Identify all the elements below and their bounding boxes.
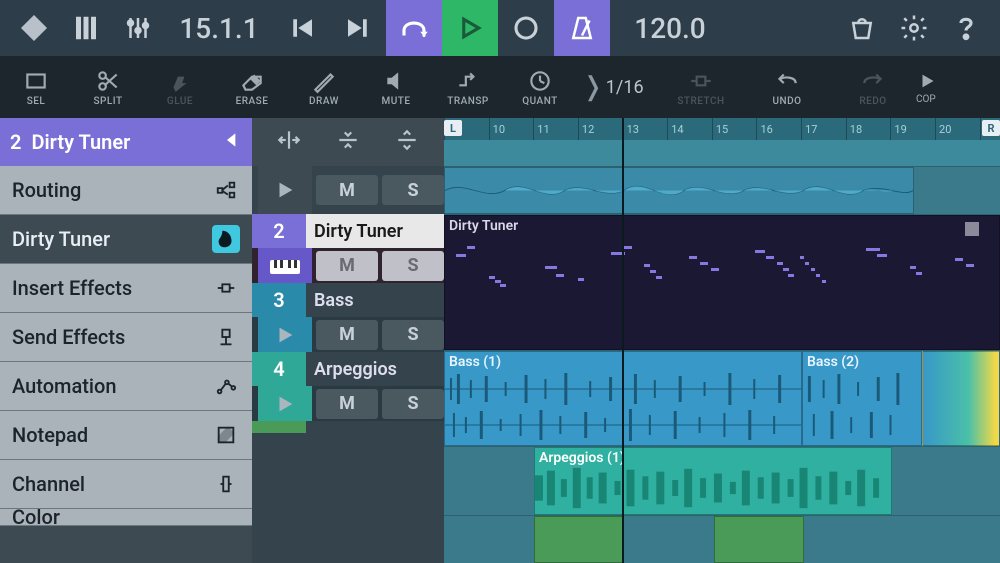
undo-button[interactable]: UNDO: [744, 56, 830, 118]
rewind-button[interactable]: [274, 0, 330, 56]
track-lane[interactable]: Arpeggios (1): [444, 446, 1000, 515]
draw-tool[interactable]: DRAW: [288, 56, 360, 118]
track-name[interactable]: Bass: [306, 283, 444, 317]
inspector-header[interactable]: 2 Dirty Tuner: [0, 118, 252, 166]
tempo-display[interactable]: 120.0: [610, 0, 730, 56]
expand-v-icon[interactable]: [394, 127, 420, 157]
track-number: 2: [252, 214, 306, 248]
track-play-icon[interactable]: [258, 166, 312, 214]
track-list: M S 2 Dirty Tuner M S 3 Bass M S: [252, 118, 444, 563]
arrangement-view[interactable]: L 9 10 11 12 13 14 15 16 17 18 19 20 21 …: [444, 118, 1000, 563]
erase-tool[interactable]: ERASE: [216, 56, 288, 118]
metronome-button[interactable]: [554, 0, 610, 56]
timeline-ruler[interactable]: L 9 10 11 12 13 14 15 16 17 18 19 20 21 …: [444, 118, 1000, 140]
song-position[interactable]: 15.1.1: [164, 0, 274, 56]
help-icon[interactable]: [940, 0, 992, 56]
stretch-tool[interactable]: STRETCH: [658, 56, 744, 118]
piano-icon[interactable]: [60, 0, 112, 56]
inspector-automation[interactable]: Automation: [0, 362, 252, 411]
track-lane[interactable]: [444, 515, 1000, 563]
glue-tool[interactable]: GLUE: [144, 56, 216, 118]
top-transport-bar: 15.1.1 120.0: [0, 0, 1000, 56]
audio-clip[interactable]: [444, 167, 914, 214]
mute-button[interactable]: M: [316, 389, 378, 419]
audio-clip[interactable]: [534, 516, 624, 563]
shop-icon[interactable]: [836, 0, 888, 56]
settings-icon[interactable]: [888, 0, 940, 56]
track-play-icon[interactable]: [258, 386, 312, 421]
play-button[interactable]: [442, 0, 498, 56]
edit-toolbar: SEL SPLIT GLUE ERASE DRAW MUTE TRANSP QU…: [0, 56, 1000, 118]
inspector-channel[interactable]: Channel: [0, 460, 252, 509]
notepad-icon: [212, 421, 240, 449]
mute-button[interactable]: M: [316, 251, 378, 281]
inspector-color[interactable]: Color: [0, 509, 252, 526]
automation-icon: [212, 372, 240, 400]
audio-clip[interactable]: [714, 516, 804, 563]
solo-button[interactable]: S: [382, 389, 444, 419]
menu-button[interactable]: [8, 0, 60, 56]
track-lane[interactable]: [444, 166, 1000, 214]
record-button[interactable]: [498, 0, 554, 56]
inspector-instrument[interactable]: Dirty Tuner: [0, 215, 252, 264]
midi-clip[interactable]: Dirty Tuner: [444, 215, 1000, 350]
mute-button[interactable]: M: [316, 320, 378, 350]
right-locator[interactable]: R: [982, 120, 1000, 136]
track-number: 3: [252, 283, 306, 317]
select-tool[interactable]: SEL: [0, 56, 72, 118]
redo-button[interactable]: REDO: [830, 56, 916, 118]
clip-handle[interactable]: [965, 222, 979, 236]
keyboard-icon[interactable]: [258, 248, 312, 283]
collapse-v-icon[interactable]: [335, 127, 361, 157]
track-lane[interactable]: Bass (1) Bass (2): [444, 350, 1000, 446]
track-row-selected[interactable]: 2 Dirty Tuner M S: [252, 214, 444, 283]
channel-icon: [212, 470, 240, 498]
audio-clip[interactable]: Arpeggios (1): [534, 447, 892, 515]
playhead[interactable]: [622, 118, 624, 563]
expand-h-icon[interactable]: [276, 127, 302, 157]
track-row[interactable]: [252, 421, 444, 433]
marker-row[interactable]: [444, 140, 1000, 166]
snap-value[interactable]: ❭1/16: [576, 56, 658, 118]
track-list-header: [252, 118, 444, 166]
audio-clip[interactable]: Bass (2): [802, 351, 922, 446]
track-row[interactable]: 3 Bass M S: [252, 283, 444, 352]
track-name[interactable]: Arpeggios: [306, 352, 444, 386]
solo-button[interactable]: S: [382, 175, 444, 205]
track-play-icon[interactable]: [258, 317, 312, 352]
track-name[interactable]: Dirty Tuner: [306, 214, 444, 248]
transpose-tool[interactable]: TRANSP: [432, 56, 504, 118]
solo-button[interactable]: S: [382, 251, 444, 281]
split-tool[interactable]: SPLIT: [72, 56, 144, 118]
mixer-icon[interactable]: [112, 0, 164, 56]
inspector-notepad[interactable]: Notepad: [0, 411, 252, 460]
send-icon: [212, 323, 240, 351]
track-inspector: 2 Dirty Tuner Routing Dirty Tuner Insert…: [0, 118, 252, 563]
inspector-sends[interactable]: Send Effects: [0, 313, 252, 362]
loop-button[interactable]: [386, 0, 442, 56]
left-locator[interactable]: L: [444, 120, 462, 136]
track-row[interactable]: M S: [252, 166, 444, 214]
instrument-icon: [212, 225, 240, 253]
inspector-routing[interactable]: Routing: [0, 166, 252, 215]
inspector-inserts[interactable]: Insert Effects: [0, 264, 252, 313]
copy-button[interactable]: COP: [916, 56, 950, 118]
forward-button[interactable]: [330, 0, 386, 56]
main-area: 2 Dirty Tuner Routing Dirty Tuner Insert…: [0, 118, 1000, 563]
mute-tool[interactable]: MUTE: [360, 56, 432, 118]
mute-button[interactable]: M: [316, 175, 378, 205]
track-number: 4: [252, 352, 306, 386]
back-icon[interactable]: [222, 130, 242, 155]
insert-icon: [212, 274, 240, 302]
quantize-tool[interactable]: QUANT: [504, 56, 576, 118]
track-lane[interactable]: Dirty Tuner: [444, 214, 1000, 350]
solo-button[interactable]: S: [382, 320, 444, 350]
track-row[interactable]: 4 Arpeggios M S: [252, 352, 444, 421]
audio-clip[interactable]: [922, 351, 1000, 446]
routing-icon: [212, 176, 240, 204]
